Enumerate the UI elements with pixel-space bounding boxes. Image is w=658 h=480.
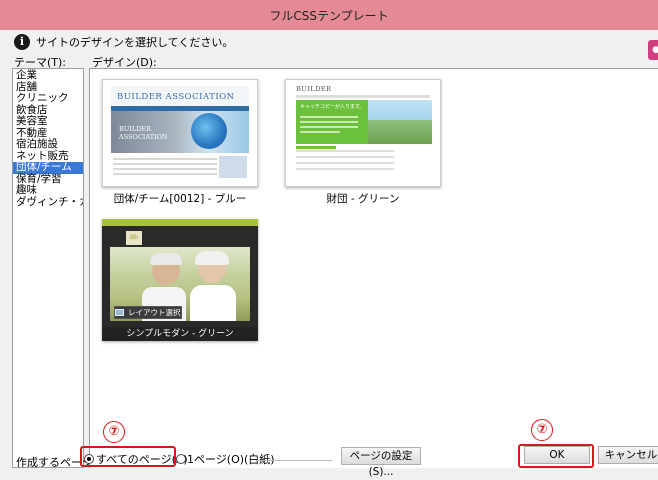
thumb-hero-text: BUILDER ASSOCIATION xyxy=(119,125,168,141)
design-gallery: BUILDER ASSOCIATION BUILDER ASSOCIATION … xyxy=(89,68,658,468)
side-pink-icon[interactable]: ● xyxy=(648,40,658,60)
radio-empty-icon xyxy=(176,454,186,464)
thumb-logo-icon: Bb xyxy=(126,231,142,245)
design-thumbnail-simple-modern[interactable]: Bb カラー選択 レイアウト選択 シンプルモダン - グリーン xyxy=(102,219,258,341)
thumb-hero-text: キャッチコピーが入ります。 xyxy=(300,104,365,110)
design-caption: 財団 - グリーン xyxy=(326,193,400,205)
thumb-logo: BUILDER ASSOCIATION xyxy=(117,92,235,102)
info-message: サイトのデザインを選択してください。 xyxy=(36,36,234,49)
thumb-buttons: カラー選択 レイアウト選択 xyxy=(110,306,250,322)
cancel-button[interactable]: キャンセル xyxy=(598,446,658,464)
title-bar: フルCSSテンプレート xyxy=(0,0,658,30)
one-page-radio[interactable]: 1ページ(O)(白紙) xyxy=(176,451,275,467)
dialog-body: i サイトのデザインを選択してください。 ● テーマ(T): デザイン(D): … xyxy=(0,30,658,480)
theme-item[interactable]: 団体/チーム xyxy=(13,161,83,174)
theme-item[interactable]: 趣味 xyxy=(13,184,83,197)
theme-item[interactable]: ダヴィンチ・カード xyxy=(13,196,83,209)
thumb-text-lines xyxy=(296,150,394,174)
page-settings-button[interactable]: ページの設定(S)... xyxy=(341,447,421,478)
design-caption: シンプルモダン - グリーン xyxy=(102,327,258,341)
theme-item[interactable]: 企業 xyxy=(13,69,83,82)
thumb-hero: BUILDER ASSOCIATION xyxy=(111,111,249,153)
highlight-ok xyxy=(518,444,594,468)
thumb-nav xyxy=(296,95,430,98)
thumb-header: BUILDER ASSOCIATION xyxy=(111,86,249,106)
window-title: フルCSSテンプレート xyxy=(269,9,389,23)
info-icon: i xyxy=(14,34,30,50)
design-thumbnail-blue[interactable]: BUILDER ASSOCIATION BUILDER ASSOCIATION xyxy=(102,79,258,187)
theme-item[interactable]: クリニック xyxy=(13,92,83,105)
thumb-sidebox xyxy=(219,156,247,178)
layout-select-button[interactable]: レイアウト選択 xyxy=(114,306,182,319)
info-row: i サイトのデザインを選択してください。 xyxy=(14,32,233,52)
thumb-logo: BUILDER xyxy=(296,85,332,93)
thumb-photo xyxy=(368,100,432,144)
highlight-all-pages xyxy=(80,446,176,467)
globe-image xyxy=(191,113,227,149)
thumb-topbar xyxy=(102,219,258,226)
thumb-text-lines xyxy=(113,158,217,178)
theme-list[interactable]: 企業 店舗 クリニック 飲食店 美容室 不動産 宿泊施設 ネット販売 団体/チーム 保育/学習 趣味… xyxy=(12,68,84,468)
thumb-hero: キャッチコピーが入ります。 xyxy=(296,100,368,144)
theme-item[interactable]: 宿泊施設 xyxy=(13,138,83,151)
design-thumbnail-green[interactable]: BUILDER キャッチコピーが入ります。 xyxy=(285,79,441,187)
annotation-marker: ⑦ xyxy=(103,421,125,443)
theme-item[interactable]: 美容室 xyxy=(13,115,83,128)
design-caption: 団体/チーム[0012] - ブルー xyxy=(113,193,247,205)
separator xyxy=(256,460,332,461)
thumb-bar xyxy=(296,146,336,149)
annotation-marker: ⑦ xyxy=(531,419,553,441)
